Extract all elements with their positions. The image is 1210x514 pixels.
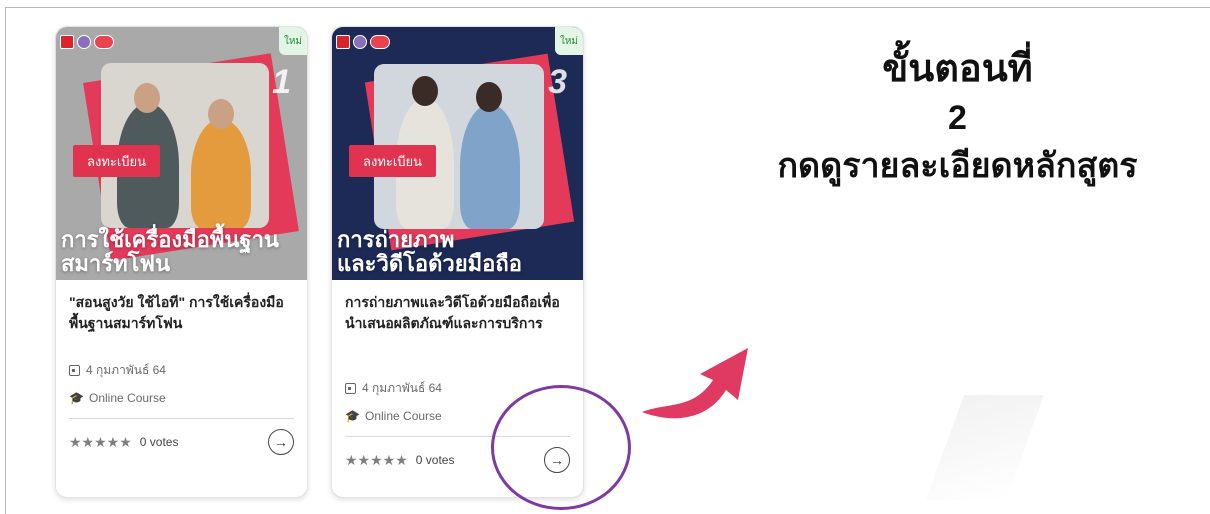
card-footer: ★★★★★ 0 votes →: [69, 419, 294, 455]
person-figure: [191, 119, 251, 228]
person-head: [412, 76, 438, 106]
highlight-circle: [491, 385, 631, 510]
step-label: ขั้นตอนที่: [882, 48, 1033, 90]
course-date: 4 กุมภาพันธ์ 64: [69, 362, 294, 378]
graduation-cap-icon: 🎓: [69, 391, 84, 405]
banner-line: สมาร์ทโฟน: [61, 251, 171, 276]
new-badge: ใหม่: [279, 27, 307, 55]
person-head: [134, 83, 160, 113]
step-description: กดดูรายละเอียดหลักสูตร: [777, 147, 1138, 185]
date-text: 4 กุมภาพันธ์ 64: [86, 362, 166, 377]
votes-count: 0 votes: [415, 453, 455, 467]
course-type: 🎓 Online Course: [69, 390, 294, 406]
course-number: 1: [272, 63, 291, 101]
partner-logo-icon: [336, 35, 350, 49]
partner-logo-icon: [60, 35, 74, 49]
course-card[interactable]: ใหม่ 1 ลงทะเบียน การใช้เครื่องมือพื้นฐาน…: [55, 26, 308, 498]
course-thumbnail[interactable]: ใหม่ 3 ลงทะเบียน การถ่ายภาพ และวิดีโอด้ว…: [332, 27, 583, 280]
person-figure: [460, 104, 520, 229]
calendar-icon: [69, 364, 80, 376]
partner-logo-icon: [370, 35, 390, 49]
instruction-text: ขั้นตอนที่ 2 กดดูรายละเอียดหลักสูตร: [730, 44, 1185, 190]
rating: ★★★★★ 0 votes: [345, 452, 454, 469]
step-number: 2: [948, 99, 967, 137]
arrow-right-circle-icon[interactable]: →: [268, 429, 294, 455]
course-number: 3: [548, 63, 567, 101]
register-button[interactable]: ลงทะเบียน: [73, 145, 161, 177]
star-icons: ★★★★★: [69, 433, 132, 450]
person-head: [208, 99, 234, 129]
thumbnail-banner-text: การใช้เครื่องมือพื้นฐาน สมาร์ทโฟน: [61, 228, 303, 276]
banner-line: การใช้เครื่องมือพื้นฐาน: [61, 227, 279, 252]
partner-logo-icon: [77, 35, 91, 49]
person-head: [476, 82, 502, 112]
course-title[interactable]: การถ่ายภาพและวิดีโอด้วยมือถือเพื่อนำเสนอ…: [345, 292, 570, 370]
type-text: Online Course: [89, 391, 166, 405]
course-thumbnail[interactable]: ใหม่ 1 ลงทะเบียน การใช้เครื่องมือพื้นฐาน…: [56, 27, 307, 280]
star-icons: ★★★★★: [345, 451, 408, 468]
date-text: 4 กุมภาพันธ์ 64: [362, 380, 442, 395]
banner-line: และวิดีโอด้วยมือถือ: [337, 251, 522, 276]
card-body: "สอนสูงวัย ใช้ไอที" การใช้เครื่องมือพื้น…: [56, 280, 307, 455]
type-text: Online Course: [365, 409, 442, 423]
new-badge: ใหม่: [555, 27, 583, 55]
partner-logo-icon: [353, 35, 367, 49]
partner-logos: [336, 35, 390, 49]
calendar-icon: [345, 382, 356, 394]
banner-line: การถ่ายภาพ: [337, 227, 455, 252]
graduation-cap-icon: 🎓: [345, 409, 360, 423]
rating: ★★★★★ 0 votes: [69, 434, 178, 451]
thumbnail-banner-text: การถ่ายภาพ และวิดีโอด้วยมือถือ: [337, 228, 579, 276]
partner-logo-icon: [94, 35, 114, 49]
curved-arrow-icon: [642, 348, 748, 419]
partner-logos: [60, 35, 114, 49]
register-button[interactable]: ลงทะเบียน: [349, 145, 437, 177]
votes-count: 0 votes: [139, 435, 179, 449]
course-title[interactable]: "สอนสูงวัย ใช้ไอที" การใช้เครื่องมือพื้น…: [69, 292, 294, 352]
